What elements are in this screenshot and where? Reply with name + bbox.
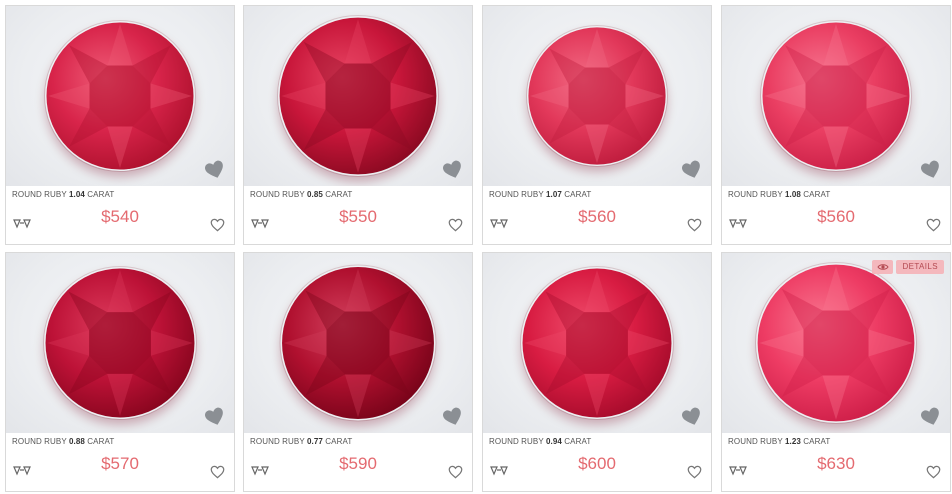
quick-actions: DETAILS (872, 260, 944, 274)
carat-weight: 1.04 (68, 190, 85, 199)
caption-suffix: CARAT (325, 437, 353, 446)
product-photo[interactable] (244, 6, 472, 186)
ruby-gem-image (45, 21, 195, 171)
product-price: $560 (578, 207, 616, 226)
caption-suffix: CARAT (564, 190, 592, 199)
product-photo[interactable] (483, 253, 711, 433)
heart-badge-icon (921, 407, 939, 425)
product-photo[interactable] (6, 6, 234, 186)
heart-badge-icon (205, 407, 223, 425)
product-price: $570 (101, 454, 139, 473)
caption-prefix: ROUND RUBY (489, 437, 544, 446)
carat-weight: 1.07 (545, 190, 562, 199)
product-caption: ROUND RUBY 1.04 CARAT (12, 190, 114, 199)
product-card[interactable]: ROUND RUBY 0.94 CARAT $600 (482, 252, 712, 492)
product-price: $600 (578, 454, 616, 473)
caption-suffix: CARAT (87, 190, 115, 199)
ruby-gem-image (761, 21, 911, 171)
heart-badge-icon (443, 160, 461, 178)
product-photo[interactable] (483, 6, 711, 186)
product-card[interactable]: ROUND RUBY 1.08 CARAT $560 (721, 5, 951, 245)
heart-badge-icon (443, 407, 461, 425)
caption-prefix: ROUND RUBY (728, 190, 783, 199)
product-card[interactable]: ROUND RUBY 0.88 CARAT $570 (5, 252, 235, 492)
heart-badge-icon (921, 160, 939, 178)
product-price: $560 (817, 207, 855, 226)
product-card[interactable]: DETAILS ROUND RUBY 1.23 CARAT $630 (721, 252, 951, 492)
ruby-gem-image (278, 16, 438, 176)
product-caption: ROUND RUBY 1.07 CARAT (489, 190, 591, 199)
product-grid: ROUND RUBY 1.04 CARAT $540 ROUND RUBY 0.… (0, 0, 952, 494)
carat-weight: 0.85 (306, 190, 323, 199)
heart-outline-icon[interactable] (926, 465, 941, 479)
details-button[interactable]: DETAILS (896, 260, 944, 274)
product-price: $550 (339, 207, 377, 226)
heart-badge-icon (682, 160, 700, 178)
heart-badge-icon (205, 160, 223, 178)
heart-outline-icon[interactable] (448, 465, 463, 479)
product-card[interactable]: ROUND RUBY 1.07 CARAT $560 (482, 5, 712, 245)
ruby-gem-image (521, 267, 673, 419)
caption-prefix: ROUND RUBY (728, 437, 783, 446)
product-photo[interactable] (244, 253, 472, 433)
heart-badge-icon (682, 407, 700, 425)
product-price: $540 (101, 207, 139, 226)
carat-weight: 0.88 (68, 437, 85, 446)
product-caption: ROUND RUBY 1.23 CARAT (728, 437, 830, 446)
product-caption: ROUND RUBY 0.85 CARAT (250, 190, 352, 199)
heart-outline-icon[interactable] (926, 218, 941, 232)
quick-view-button[interactable] (872, 260, 894, 274)
caption-prefix: ROUND RUBY (489, 190, 544, 199)
product-card[interactable]: ROUND RUBY 0.85 CARAT $550 (243, 5, 473, 245)
product-caption: ROUND RUBY 1.08 CARAT (728, 190, 830, 199)
caption-suffix: CARAT (564, 437, 592, 446)
heart-outline-icon[interactable] (210, 218, 225, 232)
caption-prefix: ROUND RUBY (250, 190, 305, 199)
heart-outline-icon[interactable] (210, 465, 225, 479)
carat-weight: 1.23 (784, 437, 801, 446)
product-card[interactable]: ROUND RUBY 1.04 CARAT $540 (5, 5, 235, 245)
caption-prefix: ROUND RUBY (12, 190, 67, 199)
heart-outline-icon[interactable] (448, 218, 463, 232)
heart-outline-icon[interactable] (687, 465, 702, 479)
carat-weight: 0.94 (545, 437, 562, 446)
ruby-gem-image (281, 266, 436, 421)
caption-suffix: CARAT (87, 437, 115, 446)
product-card[interactable]: ROUND RUBY 0.77 CARAT $590 (243, 252, 473, 492)
eye-icon (877, 264, 889, 270)
caption-suffix: CARAT (803, 190, 831, 199)
caption-prefix: ROUND RUBY (250, 437, 305, 446)
caption-suffix: CARAT (325, 190, 353, 199)
ruby-gem-image (527, 26, 667, 166)
carat-weight: 0.77 (306, 437, 323, 446)
ruby-gem-image (756, 263, 916, 423)
product-caption: ROUND RUBY 0.94 CARAT (489, 437, 591, 446)
ruby-gem-image (44, 267, 196, 419)
product-price: $590 (339, 454, 377, 473)
product-photo[interactable] (722, 6, 950, 186)
product-price: $630 (817, 454, 855, 473)
product-photo[interactable] (6, 253, 234, 433)
product-caption: ROUND RUBY 0.77 CARAT (250, 437, 352, 446)
product-caption: ROUND RUBY 0.88 CARAT (12, 437, 114, 446)
caption-prefix: ROUND RUBY (12, 437, 67, 446)
caption-suffix: CARAT (803, 437, 831, 446)
product-photo[interactable]: DETAILS (722, 253, 950, 433)
heart-outline-icon[interactable] (687, 218, 702, 232)
carat-weight: 1.08 (784, 190, 801, 199)
